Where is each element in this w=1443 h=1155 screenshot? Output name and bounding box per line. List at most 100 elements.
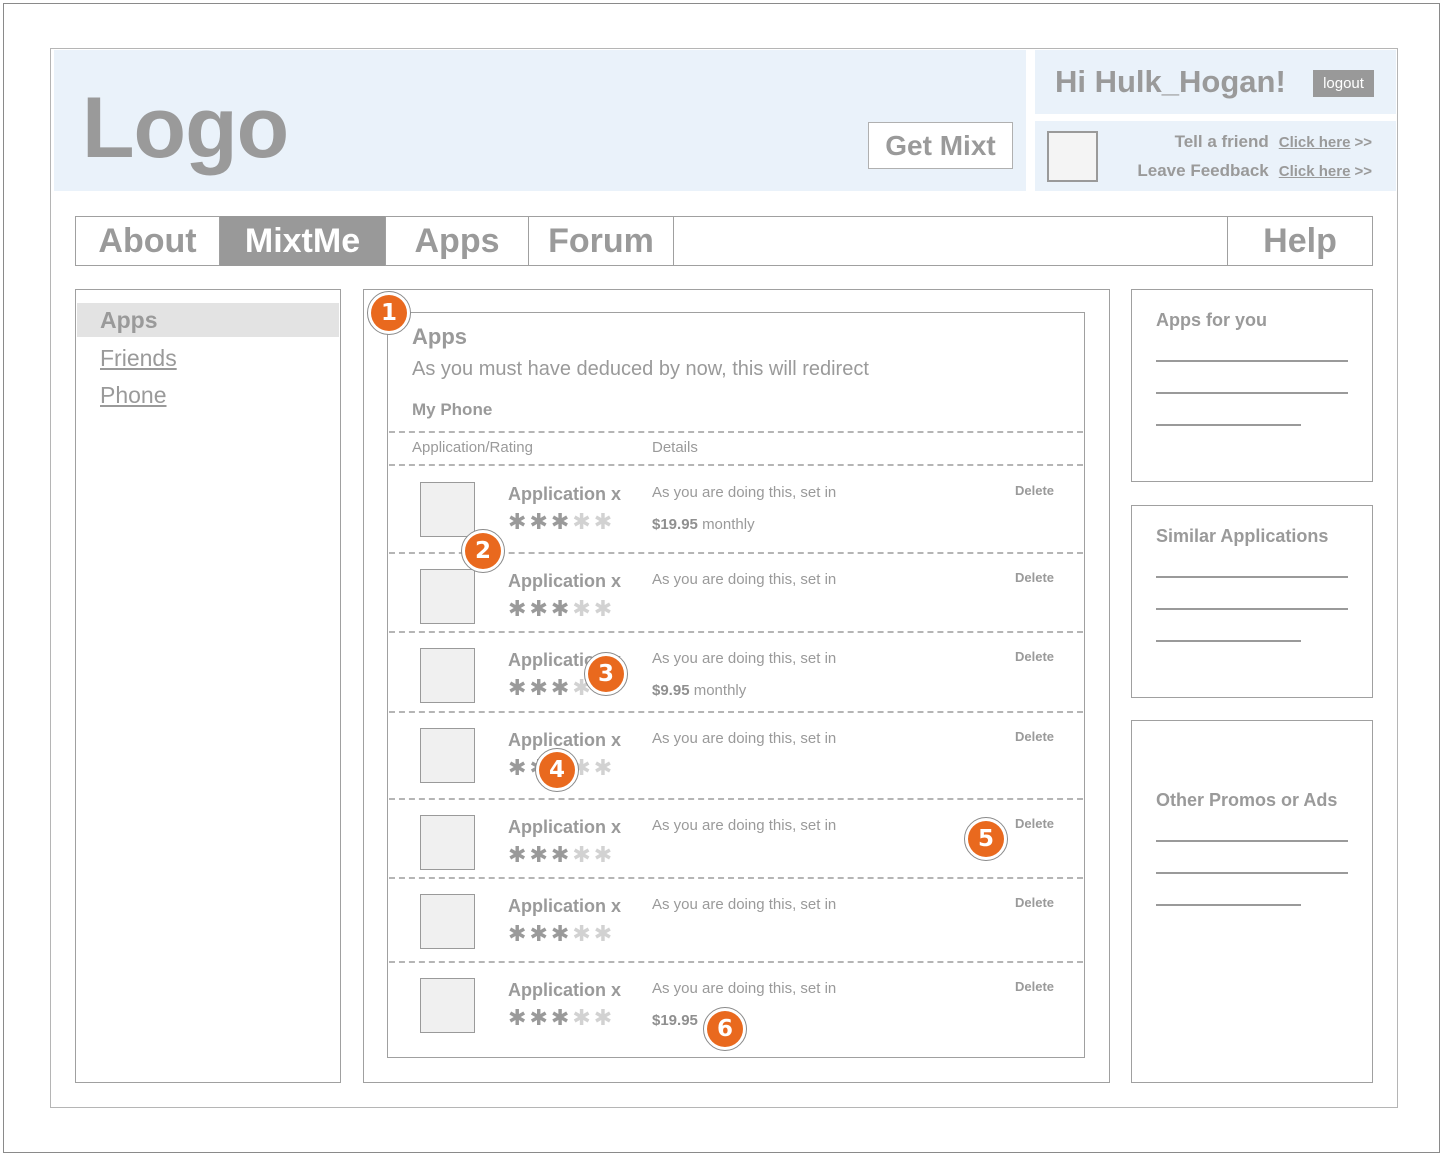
placeholder-line [1156,904,1301,906]
star-icon[interactable]: ✱ [594,509,615,534]
star-icon[interactable]: ✱ [529,675,550,700]
section-heading: My Phone [412,400,493,419]
nav-tab-forum[interactable]: Forum [529,216,674,266]
star-icon[interactable]: ✱ [551,509,572,534]
delete-button[interactable]: Delete [1015,649,1054,664]
app-detail: As you are doing this, set in [652,571,837,588]
star-icon[interactable]: ✱ [551,596,572,621]
star-icon[interactable]: ✱ [508,755,529,780]
delete-button[interactable]: Delete [1015,729,1054,744]
page-title: Apps [412,324,467,349]
app-price: $19.95 [652,1012,698,1029]
star-icon[interactable]: ✱ [551,842,572,867]
star-icon[interactable]: ✱ [529,921,550,946]
app-name[interactable]: Application x [508,730,621,751]
nav-tab-mixtme[interactable]: MixtMe [220,216,386,266]
app-thumbnail[interactable] [420,569,475,624]
rating-stars[interactable]: ✱✱✱✱✱ [508,842,615,868]
callout-marker: 5 [964,817,1008,861]
callout-marker: 3 [584,652,628,696]
star-icon[interactable]: ✱ [551,921,572,946]
callout-number: 2 [465,533,501,569]
tell-friend-link[interactable]: Click here [1279,134,1351,151]
placeholder-line [1156,840,1348,842]
app-thumbnail[interactable] [420,482,475,537]
placeholder-line [1156,360,1348,362]
star-icon[interactable]: ✱ [508,921,529,946]
star-icon[interactable]: ✱ [572,596,593,621]
divider [389,877,1083,879]
star-icon[interactable]: ✱ [529,1005,550,1030]
star-icon[interactable]: ✱ [508,675,529,700]
sidebar-item-apps[interactable]: Apps [100,307,158,334]
page-description: As you must have deduced by now, this wi… [412,358,869,380]
placeholder-line [1156,392,1348,394]
delete-button[interactable]: Delete [1015,979,1054,994]
feedback-row: Leave Feedback Click here >> [1137,161,1372,181]
rating-stars[interactable]: ✱✱✱✱✱ [508,921,615,947]
star-icon[interactable]: ✱ [572,842,593,867]
app-thumbnail[interactable] [420,978,475,1033]
placeholder-line [1156,424,1301,426]
feedback-label: Leave Feedback [1137,161,1269,180]
star-icon[interactable]: ✱ [594,755,615,780]
placeholder-line [1156,576,1348,578]
delete-button[interactable]: Delete [1015,895,1054,910]
price-amount: $9.95 [652,682,690,699]
star-icon[interactable]: ✱ [508,596,529,621]
app-price: $9.95 monthly [652,682,746,699]
star-icon[interactable]: ✱ [551,1005,572,1030]
nav-tab-about[interactable]: About [76,216,220,266]
callout-number: 1 [371,295,407,331]
app-thumbnail[interactable] [420,648,475,703]
star-icon[interactable]: ✱ [508,1005,529,1030]
promos-box [1131,720,1373,1083]
sidebar-item-friends[interactable]: Friends [100,345,177,372]
get-mixt-button[interactable]: Get Mixt [868,122,1013,169]
delete-button[interactable]: Delete [1015,483,1054,498]
nav-tab-apps[interactable]: Apps [386,216,529,266]
divider [389,431,1083,433]
callout-marker: 2 [461,529,505,573]
app-thumbnail[interactable] [420,728,475,783]
app-thumbnail[interactable] [420,815,475,870]
rating-stars[interactable]: ✱✱✱✱✱ [508,509,615,535]
star-icon[interactable]: ✱ [572,921,593,946]
star-icon[interactable]: ✱ [529,509,550,534]
star-icon[interactable]: ✱ [594,1005,615,1030]
star-icon[interactable]: ✱ [594,596,615,621]
price-period: monthly [693,682,747,699]
star-icon[interactable]: ✱ [594,921,615,946]
callout-number: 4 [539,752,575,788]
star-icon[interactable]: ✱ [594,842,615,867]
rating-stars[interactable]: ✱✱✱✱✱ [508,1005,615,1031]
star-icon[interactable]: ✱ [572,509,593,534]
star-icon[interactable]: ✱ [529,596,550,621]
delete-button[interactable]: Delete [1015,570,1054,585]
app-name[interactable]: Application x [508,484,621,505]
callout-marker: 1 [367,291,411,335]
column-header-application: Application/Rating [412,439,533,456]
rating-stars[interactable]: ✱✱✱✱✱ [508,596,615,622]
app-name[interactable]: Application x [508,817,621,838]
app-thumbnail[interactable] [420,894,475,949]
star-icon[interactable]: ✱ [529,842,550,867]
callout-number: 6 [707,1011,743,1047]
divider [389,464,1083,466]
app-name[interactable]: Application x [508,571,621,592]
tell-friend-row: Tell a friend Click here >> [1175,132,1372,152]
star-icon[interactable]: ✱ [551,675,572,700]
nav-tab-help[interactable]: Help [1227,216,1372,266]
placeholder-line [1156,872,1348,874]
app-name[interactable]: Application x [508,896,621,917]
star-icon[interactable]: ✱ [508,842,529,867]
sidebar-item-phone[interactable]: Phone [100,382,167,409]
star-icon[interactable]: ✱ [508,509,529,534]
logout-button[interactable]: logout [1313,70,1374,97]
logo: Logo [82,80,289,176]
app-name[interactable]: Application x [508,980,621,1001]
delete-button[interactable]: Delete [1015,816,1054,831]
star-icon[interactable]: ✱ [572,1005,593,1030]
feedback-link[interactable]: Click here [1279,163,1351,180]
avatar[interactable] [1047,131,1098,182]
